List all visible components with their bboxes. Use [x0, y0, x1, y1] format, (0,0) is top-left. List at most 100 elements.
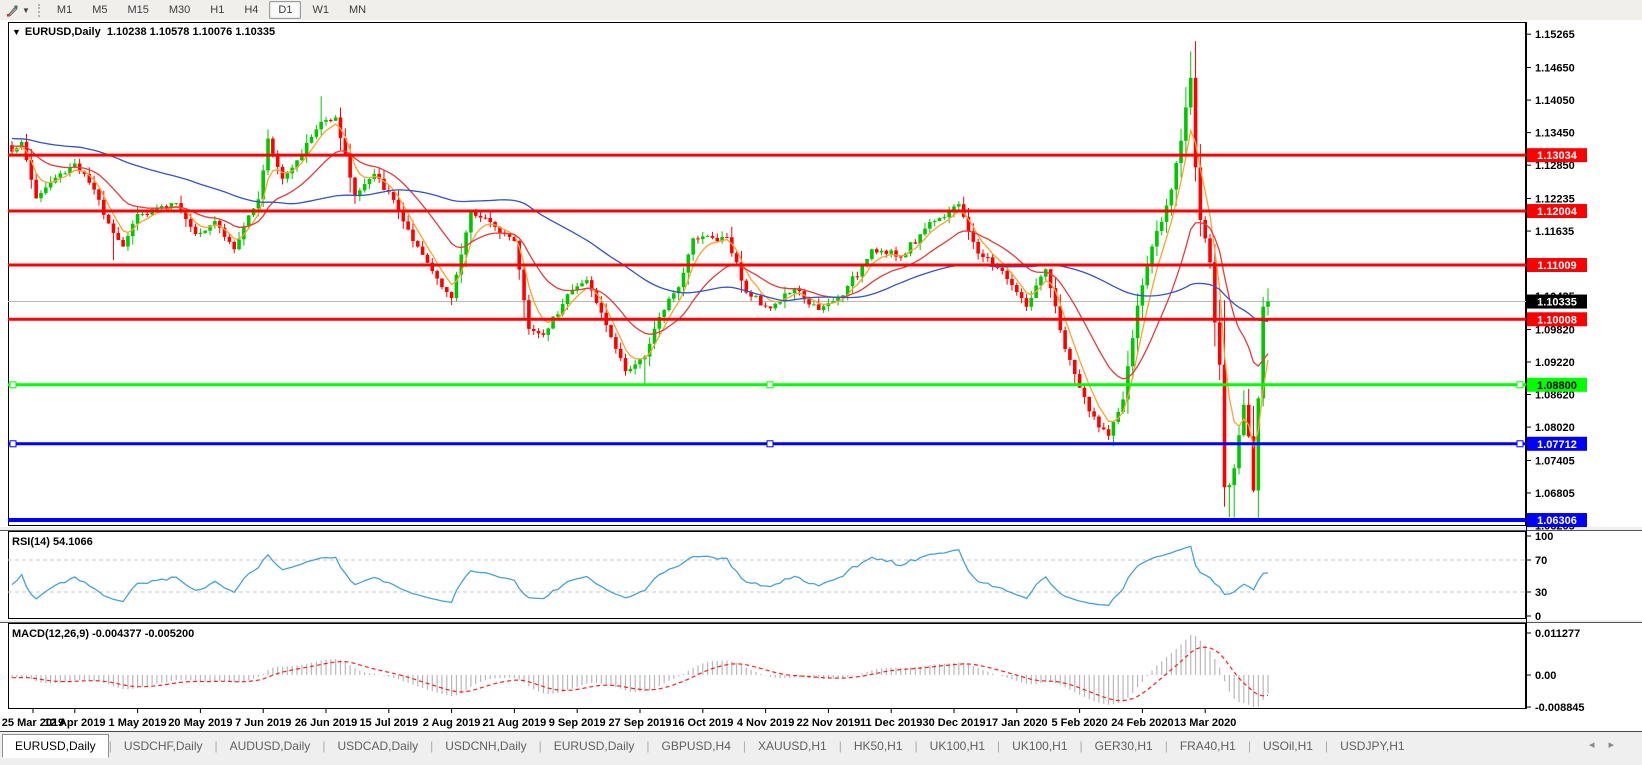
- date-label: 7 Jun 2019: [235, 717, 291, 729]
- candle-body: [310, 137, 314, 143]
- price-axis-tick: 1.07405: [1535, 455, 1575, 467]
- candle-body: [324, 120, 328, 122]
- timeframe-button-h4[interactable]: H4: [235, 1, 267, 19]
- candle-body: [363, 184, 367, 190]
- candle-body: [464, 232, 468, 254]
- chart-plot-area[interactable]: [9, 23, 1526, 526]
- candle-body: [116, 233, 120, 240]
- candle-body: [348, 154, 352, 178]
- candle-body: [928, 222, 932, 228]
- chart-tab-uk100-h1[interactable]: UK100,H1: [918, 734, 997, 758]
- candle-body: [112, 223, 116, 233]
- hline-selection-handle[interactable]: [767, 382, 773, 388]
- candle-body: [566, 294, 570, 304]
- panel-splitter[interactable]: [0, 620, 1642, 622]
- candle-body: [199, 233, 203, 234]
- chart-tab-hk50-h1[interactable]: HK50,H1: [842, 734, 915, 758]
- candle-body: [406, 221, 410, 229]
- candle-body: [633, 364, 637, 368]
- candle-body: [870, 249, 874, 259]
- draw-tool-dropdown-caret-icon[interactable]: ▼: [22, 6, 30, 15]
- hline-selection-handle[interactable]: [1517, 441, 1523, 447]
- timeframe-button-m15[interactable]: M15: [118, 1, 157, 19]
- candle-body: [812, 304, 816, 305]
- candle-body: [706, 236, 710, 237]
- chart-tab-audusd-daily[interactable]: AUDUSD,Daily: [218, 734, 323, 758]
- candle-body: [1073, 360, 1077, 374]
- timeframe-button-w1[interactable]: W1: [303, 1, 338, 19]
- chart-tab-fra40-h1[interactable]: FRA40,H1: [1168, 734, 1248, 758]
- hline-selection-handle[interactable]: [10, 382, 16, 388]
- chart-tab-gbpusd-h4[interactable]: GBPUSD,H4: [650, 734, 743, 758]
- date-label: 26 Jun 2019: [295, 717, 357, 729]
- candle-body: [445, 287, 449, 292]
- timeframe-button-d1[interactable]: D1: [269, 1, 301, 19]
- chart-tab-ger30-h1[interactable]: GER30,H1: [1083, 734, 1165, 758]
- chart-tab-usdcad-daily[interactable]: USDCAD,Daily: [325, 734, 430, 758]
- candle-body: [1208, 238, 1212, 262]
- candle-body: [392, 192, 396, 200]
- hline-selection-handle[interactable]: [10, 441, 16, 447]
- candle-body: [334, 117, 338, 120]
- draw-tool-icon[interactable]: [3, 2, 21, 18]
- candle-body: [938, 218, 942, 221]
- toolbar-grip-handle[interactable]: [38, 4, 40, 17]
- chart-tab-xauusd-h1[interactable]: XAUUSD,H1: [746, 734, 839, 758]
- price-badge-text: 1.12004: [1537, 206, 1578, 218]
- macd-panel[interactable]: [9, 624, 1526, 709]
- timeframe-button-mn[interactable]: MN: [340, 1, 375, 19]
- candle-body: [59, 173, 63, 177]
- timeframe-button-m30[interactable]: M30: [160, 1, 199, 19]
- chart-tab-usdchf-daily[interactable]: USDCHF,Daily: [112, 734, 215, 758]
- current-price-badge-text: 1.10335: [1537, 297, 1577, 309]
- candle-body: [682, 273, 686, 287]
- candle-body: [619, 349, 623, 358]
- candle-body: [624, 358, 628, 371]
- price-badge-text: 1.10008: [1537, 314, 1577, 326]
- candle-body: [329, 120, 333, 121]
- panel-splitter[interactable]: [0, 527, 1642, 530]
- candle-body: [923, 229, 927, 235]
- candle-body: [725, 237, 729, 238]
- candle-body: [667, 299, 671, 310]
- candle-body: [397, 200, 401, 211]
- candle-body: [711, 236, 715, 238]
- candle-body: [97, 190, 101, 200]
- candle-body: [1063, 330, 1067, 349]
- candle-body: [1170, 190, 1174, 206]
- candle-body: [1203, 220, 1207, 238]
- tab-scroll-right-icon[interactable]: ▸: [1608, 739, 1628, 751]
- candle-body: [508, 234, 512, 237]
- chart-tab-usoil-h1[interactable]: USOil,H1: [1251, 734, 1325, 758]
- timeframe-toolbar: ▼ M1M5M15M30H1H4D1W1MN: [0, 0, 1642, 21]
- candle-body: [1068, 349, 1072, 360]
- timeframe-button-m1[interactable]: M1: [48, 1, 81, 19]
- hline-selection-handle[interactable]: [1517, 382, 1523, 388]
- chart-tab-usdjpy-h1[interactable]: USDJPY,H1: [1328, 734, 1416, 758]
- candle-body: [532, 329, 536, 331]
- price-badge-text: 1.13034: [1537, 150, 1578, 162]
- timeframe-button-h1[interactable]: H1: [201, 1, 233, 19]
- date-label: 1 May 2019: [109, 717, 167, 729]
- candle-body: [691, 238, 695, 254]
- collapse-arrow-icon[interactable]: ▼: [12, 27, 21, 37]
- date-label: 20 May 2019: [168, 717, 232, 729]
- candle-body: [600, 303, 604, 313]
- chart-tab-uk100-h1[interactable]: UK100,H1: [1000, 734, 1079, 758]
- rsi-panel[interactable]: [9, 532, 1526, 619]
- timeframe-button-m5[interactable]: M5: [83, 1, 116, 19]
- tab-scroll-left-icon[interactable]: ◂: [1589, 739, 1609, 751]
- candle-body: [764, 305, 768, 306]
- macd-indicator-label: MACD(12,26,9) -0.004377 -0.005200: [12, 628, 194, 640]
- candle-body: [189, 219, 193, 227]
- chart-tab-eurusd-daily[interactable]: EURUSD,Daily: [542, 734, 647, 758]
- candle-body: [416, 241, 420, 246]
- hline-selection-handle[interactable]: [767, 441, 773, 447]
- candle-body: [585, 280, 589, 283]
- candle-body: [39, 193, 43, 198]
- chart-canvas[interactable]: 1.152651.146501.140501.134501.128501.122…: [0, 20, 1642, 731]
- date-label: 4 Nov 2019: [737, 717, 794, 729]
- candle-body: [614, 337, 618, 349]
- chart-tab-eurusd-daily[interactable]: EURUSD,Daily: [2, 734, 109, 758]
- chart-tab-usdcnh-daily[interactable]: USDCNH,Daily: [433, 734, 538, 758]
